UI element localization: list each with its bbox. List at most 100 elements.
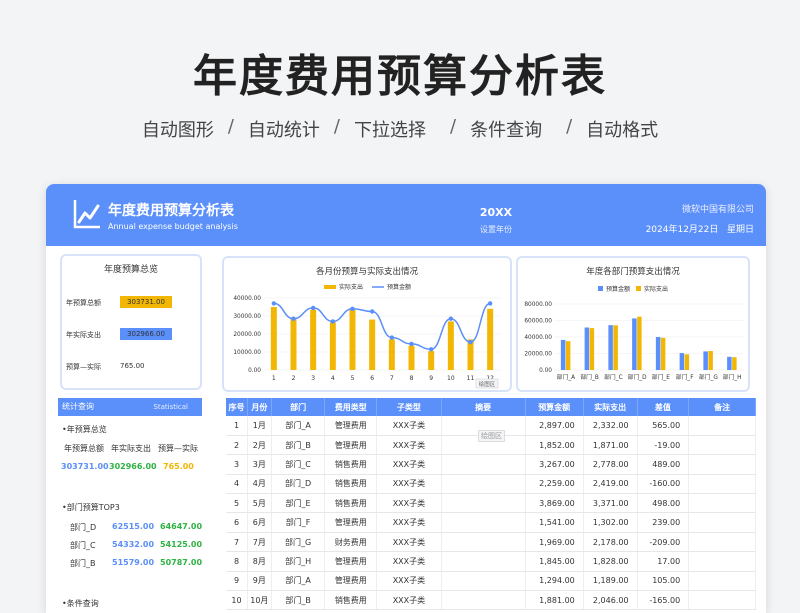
table-cell[interactable]: 部门_A (271, 416, 326, 436)
column-header[interactable]: 序号 (226, 398, 249, 416)
table-cell[interactable]: 3,869.00 (525, 493, 584, 514)
table-cell[interactable]: XXX子类 (376, 435, 442, 456)
table-cell[interactable]: 销售费用 (324, 590, 378, 611)
table-cell[interactable]: 6 (226, 512, 249, 533)
column-header[interactable]: 部门 (271, 398, 326, 416)
table-cell[interactable] (688, 590, 756, 611)
table-cell[interactable]: 部门_E (271, 493, 326, 514)
table-cell[interactable] (441, 532, 526, 553)
year-select[interactable]: 20XX (466, 206, 526, 219)
table-cell[interactable]: -19.00 (637, 435, 690, 456)
table-cell[interactable]: 管理费用 (324, 551, 378, 572)
column-header[interactable]: 摘要 (441, 398, 526, 416)
table-cell[interactable]: 部门_A (271, 571, 326, 592)
table-cell[interactable]: 2,332.00 (583, 416, 638, 436)
column-header[interactable]: 差值 (637, 398, 690, 416)
table-cell[interactable]: 销售费用 (324, 454, 378, 475)
table-cell[interactable]: 4 (226, 474, 249, 495)
table-cell[interactable]: 销售费用 (324, 493, 378, 514)
table-cell[interactable]: 管理费用 (324, 435, 378, 456)
table-cell[interactable] (688, 551, 756, 572)
table-cell[interactable]: 8月 (247, 551, 272, 572)
table-cell[interactable]: 6月 (247, 512, 272, 533)
table-cell[interactable]: 1,828.00 (583, 551, 638, 572)
table-cell[interactable]: 管理费用 (324, 571, 378, 592)
table-cell[interactable]: 1,294.00 (525, 571, 584, 592)
table-cell[interactable]: 3 (226, 454, 249, 475)
table-cell[interactable]: 1,871.00 (583, 435, 638, 456)
table-row[interactable]: 6 6月 部门_F 管理费用 XXX子类 1,541.00 1,302.00 239.00 (226, 512, 756, 533)
table-cell[interactable]: XXX子类 (376, 590, 442, 611)
table-cell[interactable]: XXX子类 (376, 493, 442, 514)
table-cell[interactable] (441, 474, 526, 495)
table-cell[interactable]: XXX子类 (376, 571, 442, 592)
table-cell[interactable]: 1 (226, 416, 249, 436)
table-cell[interactable]: 7月 (247, 532, 272, 553)
table-cell[interactable]: 8 (226, 551, 249, 572)
table-cell[interactable]: 1,881.00 (525, 590, 584, 611)
column-header[interactable]: 预算金额 (525, 398, 584, 416)
table-row[interactable]: 3 3月 部门_C 销售费用 XXX子类 3,267.00 2,778.00 489.00 (226, 454, 756, 475)
table-cell[interactable]: 9月 (247, 571, 272, 592)
table-cell[interactable]: 1,852.00 (525, 435, 584, 456)
table-cell[interactable]: 105.00 (637, 571, 690, 592)
table-cell[interactable] (441, 454, 526, 475)
table-cell[interactable]: 管理费用 (324, 416, 378, 436)
table-cell[interactable]: 部门_F (271, 512, 326, 533)
table-cell[interactable] (688, 493, 756, 514)
table-row[interactable]: 10 10月 部门_B 销售费用 XXX子类 1,881.00 2,046.00 -165.0… (226, 590, 756, 611)
table-cell[interactable]: -160.00 (637, 474, 690, 495)
table-cell[interactable]: 17.00 (637, 551, 690, 572)
table-row[interactable]: 8 8月 部门_H 管理费用 XXX子类 1,845.00 1,828.00 17.00 (226, 551, 756, 572)
table-cell[interactable]: 管理费用 (324, 512, 378, 533)
table-cell[interactable]: 2 (226, 435, 249, 456)
table-cell[interactable]: XXX子类 (376, 416, 442, 436)
table-cell[interactable] (688, 532, 756, 553)
table-cell[interactable]: 1,189.00 (583, 571, 638, 592)
table-cell[interactable]: 销售费用 (324, 474, 378, 495)
table-cell[interactable]: 2,778.00 (583, 454, 638, 475)
column-header[interactable]: 费用类型 (324, 398, 378, 416)
table-cell[interactable]: 489.00 (637, 454, 690, 475)
table-row[interactable]: 9 9月 部门_A 管理费用 XXX子类 1,294.00 1,189.00 105.00 (226, 571, 756, 592)
table-cell[interactable]: XXX子类 (376, 512, 442, 533)
table-cell[interactable]: 部门_C (271, 454, 326, 475)
table-cell[interactable]: 财务费用 (324, 532, 378, 553)
table-cell[interactable]: 部门_B (271, 590, 326, 611)
table-cell[interactable]: 1,845.00 (525, 551, 584, 572)
table-cell[interactable]: 10月 (247, 590, 272, 611)
table-cell[interactable] (441, 512, 526, 533)
table-cell[interactable]: -209.00 (637, 532, 690, 553)
table-row[interactable]: 4 4月 部门_D 销售费用 XXX子类 2,259.00 2,419.00 -160.00 (226, 474, 756, 495)
table-cell[interactable]: 9 (226, 571, 249, 592)
table-cell[interactable] (441, 493, 526, 514)
table-cell[interactable] (688, 416, 756, 436)
table-cell[interactable] (441, 571, 526, 592)
table-cell[interactable]: 2,419.00 (583, 474, 638, 495)
table-cell[interactable]: XXX子类 (376, 551, 442, 572)
table-cell[interactable] (441, 551, 526, 572)
table-cell[interactable]: 3月 (247, 454, 272, 475)
table-cell[interactable]: 565.00 (637, 416, 690, 436)
table-row[interactable]: 5 5月 部门_E 销售费用 XXX子类 3,869.00 3,371.00 498.00 (226, 493, 756, 514)
table-cell[interactable] (688, 474, 756, 495)
table-cell[interactable]: 2,046.00 (583, 590, 638, 611)
table-cell[interactable]: 3,267.00 (525, 454, 584, 475)
table-cell[interactable]: 2月 (247, 435, 272, 456)
table-cell[interactable]: 2,178.00 (583, 532, 638, 553)
table-cell[interactable]: 498.00 (637, 493, 690, 514)
table-cell[interactable]: 5 (226, 493, 249, 514)
table-cell[interactable] (688, 512, 756, 533)
table-cell[interactable]: 239.00 (637, 512, 690, 533)
table-cell[interactable]: 4月 (247, 474, 272, 495)
table-cell[interactable]: 部门_G (271, 532, 326, 553)
column-header[interactable]: 实际支出 (583, 398, 638, 416)
table-cell[interactable]: 部门_D (271, 474, 326, 495)
table-cell[interactable]: 5月 (247, 493, 272, 514)
table-cell[interactable] (688, 435, 756, 456)
table-cell[interactable]: 部门_H (271, 551, 326, 572)
table-row[interactable]: 7 7月 部门_G 财务费用 XXX子类 1,969.00 2,178.00 -209.00 (226, 532, 756, 553)
table-cell[interactable]: 10 (226, 590, 249, 611)
table-cell[interactable]: XXX子类 (376, 474, 442, 495)
table-cell[interactable]: -165.00 (637, 590, 690, 611)
